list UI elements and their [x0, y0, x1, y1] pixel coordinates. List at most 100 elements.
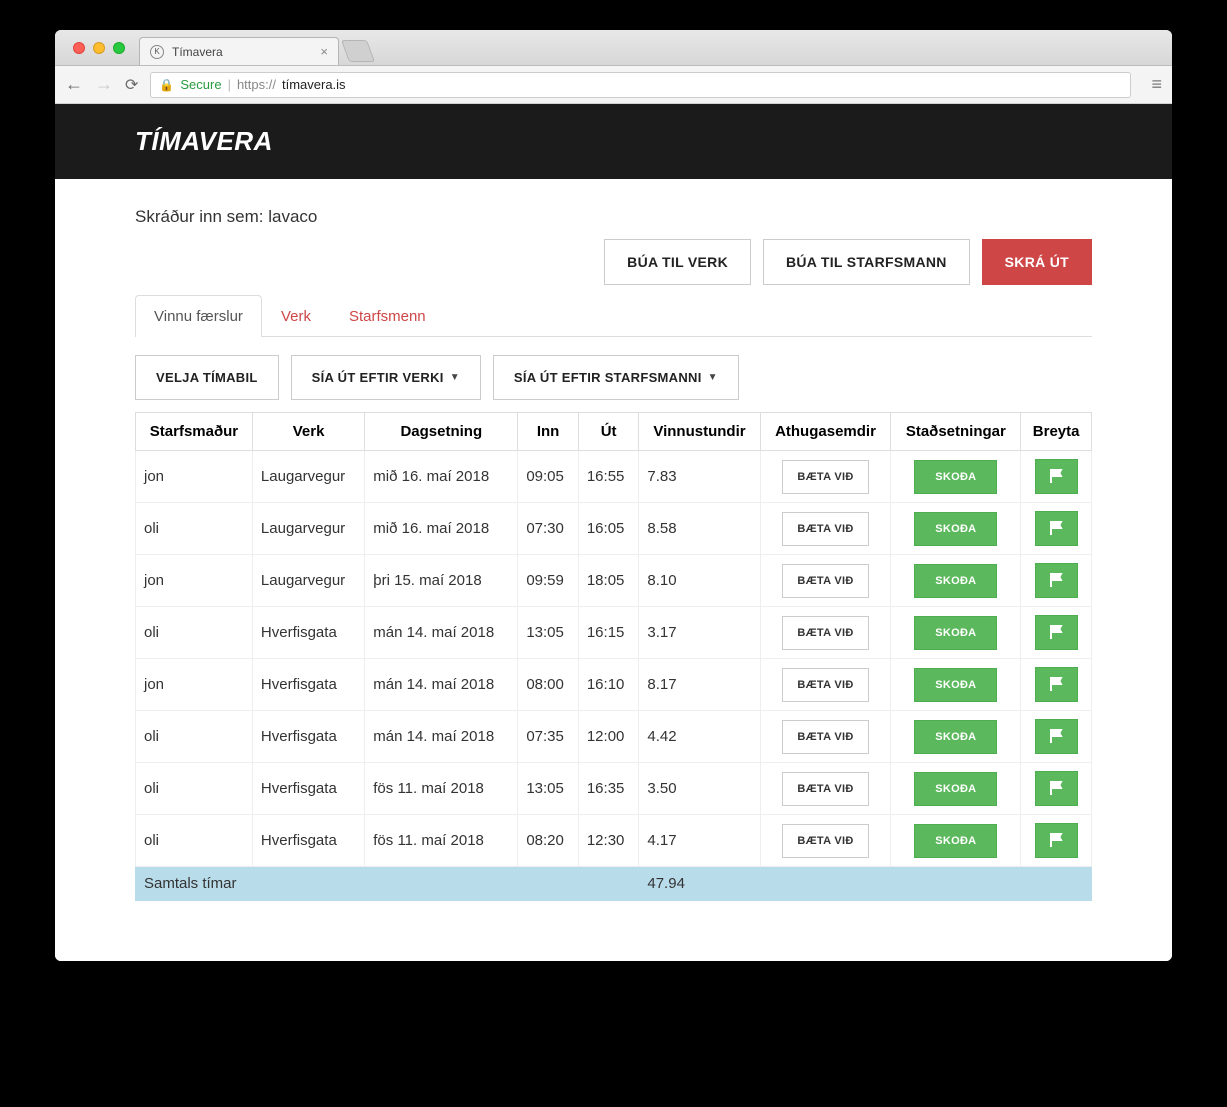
- add-note-button[interactable]: BÆTA VIÐ: [782, 772, 868, 806]
- cell-in: 07:35: [518, 711, 579, 763]
- cell-in: 07:30: [518, 503, 579, 555]
- tab-entries[interactable]: Vinnu færslur: [135, 295, 262, 337]
- view-location-button[interactable]: SKOÐA: [914, 616, 997, 650]
- edit-button[interactable]: [1035, 459, 1078, 494]
- table-row: jonLaugarvegurþri 15. maí 201809:5918:05…: [136, 555, 1092, 607]
- cell-out: 12:00: [578, 711, 639, 763]
- col-notes: Athugasemdir: [760, 413, 891, 451]
- view-location-button[interactable]: SKOÐA: [914, 668, 997, 702]
- logged-in-status: Skráður inn sem: lavaco: [135, 207, 1092, 227]
- cell-project: Hverfisgata: [252, 607, 364, 659]
- logout-button[interactable]: SKRÁ ÚT: [982, 239, 1092, 285]
- edit-button[interactable]: [1035, 823, 1078, 858]
- page: TÍMAVERA Skráður inn sem: lavaco BÚA TIL…: [55, 104, 1172, 961]
- maximize-window-icon[interactable]: [113, 42, 125, 54]
- cell-out: 18:05: [578, 555, 639, 607]
- view-location-button[interactable]: SKOÐA: [914, 460, 997, 494]
- flag-icon: [1050, 678, 1063, 688]
- filter-employee-button[interactable]: SÍA ÚT EFTIR STARFSMANNI ▼: [493, 355, 739, 400]
- cell-date: mið 16. maí 2018: [365, 503, 518, 555]
- address-bar[interactable]: 🔒 Secure | https://tímavera.is: [150, 72, 1131, 98]
- table-row: oliHverfisgatafös 11. maí 201808:2012:30…: [136, 815, 1092, 867]
- cell-hours: 8.10: [639, 555, 760, 607]
- cell-employee: oli: [136, 503, 253, 555]
- menu-icon[interactable]: ≡: [1151, 74, 1162, 95]
- add-note-button[interactable]: BÆTA VIÐ: [782, 720, 868, 754]
- flag-icon: [1050, 834, 1063, 844]
- view-location-button[interactable]: SKOÐA: [914, 824, 997, 858]
- cell-project: Hverfisgata: [252, 711, 364, 763]
- cell-in: 13:05: [518, 607, 579, 659]
- view-location-button[interactable]: SKOÐA: [914, 512, 997, 546]
- cell-project: Laugarvegur: [252, 503, 364, 555]
- edit-button[interactable]: [1035, 667, 1078, 702]
- cell-project: Hverfisgata: [252, 659, 364, 711]
- caret-down-icon: ▼: [708, 372, 718, 383]
- create-employee-button[interactable]: BÚA TIL STARFSMANN: [763, 239, 970, 285]
- flag-icon: [1050, 782, 1063, 792]
- logged-in-user: lavaco: [268, 207, 317, 226]
- add-note-button[interactable]: BÆTA VIÐ: [782, 616, 868, 650]
- cell-out: 12:30: [578, 815, 639, 867]
- tab-projects[interactable]: Verk: [262, 295, 330, 337]
- filter-project-label: SÍA ÚT EFTIR VERKI: [312, 370, 444, 385]
- new-tab-button[interactable]: [341, 40, 375, 62]
- cell-out: 16:05: [578, 503, 639, 555]
- url-host: tímavera.is: [282, 77, 346, 92]
- view-location-button[interactable]: SKOÐA: [914, 720, 997, 754]
- browser-toolbar: ← → ⟳ 🔒 Secure | https://tímavera.is ≡: [55, 66, 1172, 104]
- cell-employee: jon: [136, 555, 253, 607]
- action-row: BÚA TIL VERK BÚA TIL STARFSMANN SKRÁ ÚT: [135, 239, 1092, 285]
- forward-icon[interactable]: →: [95, 74, 113, 95]
- url-protocol: https://: [237, 77, 276, 92]
- cell-employee: jon: [136, 451, 253, 503]
- col-project: Verk: [252, 413, 364, 451]
- cell-hours: 3.50: [639, 763, 760, 815]
- cell-hours: 7.83: [639, 451, 760, 503]
- cell-in: 13:05: [518, 763, 579, 815]
- table-row: jonLaugarvegurmið 16. maí 201809:0516:55…: [136, 451, 1092, 503]
- add-note-button[interactable]: BÆTA VIÐ: [782, 512, 868, 546]
- filter-row: VELJA TÍMABIL SÍA ÚT EFTIR VERKI ▼ SÍA Ú…: [135, 355, 1092, 400]
- edit-button[interactable]: [1035, 771, 1078, 806]
- cell-date: mið 16. maí 2018: [365, 451, 518, 503]
- view-location-button[interactable]: SKOÐA: [914, 772, 997, 806]
- caret-down-icon: ▼: [450, 372, 460, 383]
- cell-hours: 8.17: [639, 659, 760, 711]
- tab-employees[interactable]: Starfsmenn: [330, 295, 445, 337]
- cell-employee: oli: [136, 711, 253, 763]
- back-icon[interactable]: ←: [65, 74, 83, 95]
- close-window-icon[interactable]: [73, 42, 85, 54]
- cell-date: fös 11. maí 2018: [365, 815, 518, 867]
- create-project-button[interactable]: BÚA TIL VERK: [604, 239, 751, 285]
- table-row: oliHverfisgatamán 14. maí 201807:3512:00…: [136, 711, 1092, 763]
- browser-window: K Tímavera × ← → ⟳ 🔒 Secure | https://tí…: [55, 30, 1172, 961]
- edit-button[interactable]: [1035, 719, 1078, 754]
- col-out: Út: [578, 413, 639, 451]
- entries-table: Starfsmaður Verk Dagsetning Inn Út Vinnu…: [135, 412, 1092, 901]
- table-row: oliHverfisgatafös 11. maí 201813:0516:35…: [136, 763, 1092, 815]
- secure-label: Secure: [180, 77, 221, 92]
- edit-button[interactable]: [1035, 563, 1078, 598]
- cell-date: mán 14. maí 2018: [365, 659, 518, 711]
- close-tab-icon[interactable]: ×: [320, 44, 328, 59]
- reload-icon[interactable]: ⟳: [125, 75, 138, 95]
- minimize-window-icon[interactable]: [93, 42, 105, 54]
- page-content: Skráður inn sem: lavaco BÚA TIL VERK BÚA…: [55, 179, 1172, 961]
- tab-title: Tímavera: [172, 45, 223, 59]
- filter-project-button[interactable]: SÍA ÚT EFTIR VERKI ▼: [291, 355, 481, 400]
- view-location-button[interactable]: SKOÐA: [914, 564, 997, 598]
- add-note-button[interactable]: BÆTA VIÐ: [782, 668, 868, 702]
- browser-tab[interactable]: K Tímavera ×: [139, 37, 339, 65]
- flag-icon: [1050, 470, 1063, 480]
- select-period-button[interactable]: VELJA TÍMABIL: [135, 355, 279, 400]
- cell-out: 16:55: [578, 451, 639, 503]
- edit-button[interactable]: [1035, 511, 1078, 546]
- table-row: oliLaugarvegurmið 16. maí 201807:3016:05…: [136, 503, 1092, 555]
- add-note-button[interactable]: BÆTA VIÐ: [782, 824, 868, 858]
- add-note-button[interactable]: BÆTA VIÐ: [782, 460, 868, 494]
- lock-icon: 🔒: [159, 78, 174, 92]
- add-note-button[interactable]: BÆTA VIÐ: [782, 564, 868, 598]
- cell-out: 16:10: [578, 659, 639, 711]
- edit-button[interactable]: [1035, 615, 1078, 650]
